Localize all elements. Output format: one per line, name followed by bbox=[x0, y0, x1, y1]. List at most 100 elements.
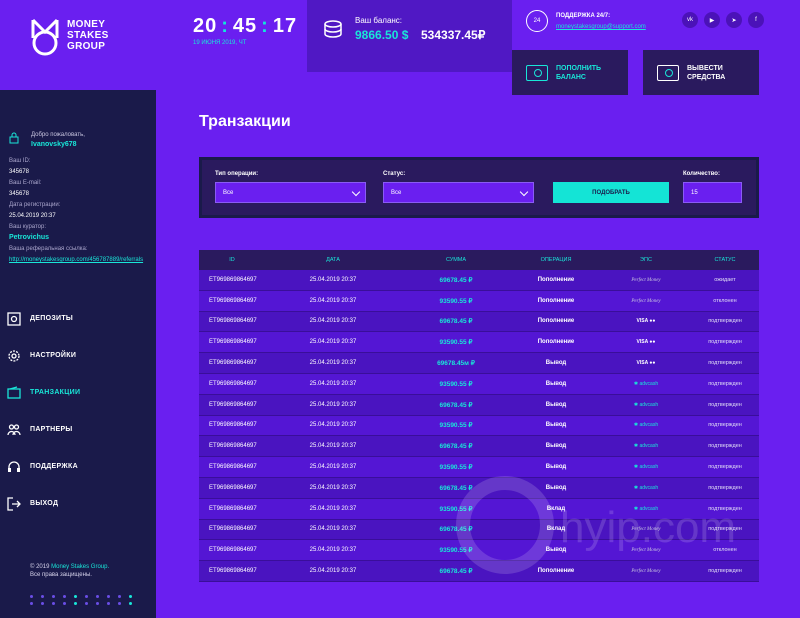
decorative-dot bbox=[129, 595, 132, 598]
sidebar-nav: ДЕПОЗИТЫ НАСТРОЙКИ ТРАНЗАКЦИИ ПАРТНЕРЫ П… bbox=[0, 300, 156, 522]
cell-date: 25.04.2019 20:37 bbox=[309, 318, 357, 325]
advcash-logo: advcash bbox=[634, 402, 658, 408]
sidebar-item-transactions[interactable]: ТРАНЗАКЦИИ bbox=[0, 374, 156, 411]
cell-date: 25.04.2019 20:37 bbox=[309, 380, 357, 387]
cell-date: 25.04.2019 20:37 bbox=[309, 401, 357, 408]
cell-eps: advcash bbox=[601, 506, 691, 512]
logo-text: MONEY STAKES GROUP bbox=[67, 19, 109, 52]
sidebar-item-settings[interactable]: НАСТРОЙКИ bbox=[0, 337, 156, 374]
cell-sum: 93590.55 ₽ bbox=[439, 339, 473, 347]
cell-sum: 69678.45м ₽ bbox=[437, 360, 475, 368]
cell-date: 25.04.2019 20:37 bbox=[309, 547, 357, 554]
sidebar-item-partners[interactable]: ПАРТНЕРЫ bbox=[0, 411, 156, 448]
wallet-icon bbox=[7, 385, 21, 399]
sidebar-item-support[interactable]: ПОДДЕРЖКА bbox=[0, 448, 156, 485]
col-header-id: ID bbox=[229, 257, 235, 263]
decorative-dot bbox=[30, 602, 33, 605]
table-row[interactable]: ET969869864697 25.04.2019 20:37 93590.55 ₽… bbox=[199, 415, 759, 437]
type-filter-select[interactable]: Все bbox=[215, 182, 366, 203]
reg-date-label: Дата регистрации: bbox=[9, 202, 61, 208]
table-row[interactable]: ET969869864697 25.04.2019 20:37 93590.55 ₽… bbox=[199, 373, 759, 395]
visa-mastercard-logo: VISA ●● bbox=[636, 360, 656, 367]
sidebar-item-label: ПОДДЕРЖКА bbox=[30, 463, 78, 470]
decorative-dot bbox=[129, 602, 132, 605]
table-row[interactable]: ET969869864697 25.04.2019 20:37 69678.45 ₽… bbox=[199, 270, 759, 291]
table-row[interactable]: ET969869864697 25.04.2019 20:37 93590.55 ₽… bbox=[199, 540, 759, 562]
cell-eps: Perfect Money bbox=[601, 568, 691, 574]
decorative-dot bbox=[63, 602, 66, 605]
decorative-dot bbox=[107, 602, 110, 605]
cell-operation: Вывод bbox=[545, 547, 567, 554]
vk-icon[interactable]: vk bbox=[682, 12, 698, 28]
table-row[interactable]: ET969869864697 25.04.2019 20:37 69678.45 ₽… bbox=[199, 561, 759, 582]
facebook-icon[interactable]: f bbox=[748, 12, 764, 28]
cell-date: 25.04.2019 20:37 bbox=[309, 484, 357, 491]
table-row[interactable]: ET969869864697 25.04.2019 20:37 69678.45 ₽… bbox=[199, 477, 759, 499]
ref-link[interactable]: http://moneystakesgroup.com/456787889/re… bbox=[9, 257, 143, 263]
table-row[interactable]: ET969869864697 25.04.2019 20:37 93590.55 ₽… bbox=[199, 498, 759, 520]
table-row[interactable]: ET969869864697 25.04.2019 20:37 69678.45 ₽… bbox=[199, 436, 759, 458]
clock-hours: 20 bbox=[193, 15, 218, 37]
cell-operation: Вывод bbox=[545, 464, 567, 471]
status-filter-select[interactable]: Все bbox=[383, 182, 534, 203]
logo-line: GROUP bbox=[67, 41, 106, 52]
cell-id: ET969869864697 bbox=[209, 276, 257, 283]
cell-date: 25.04.2019 20:37 bbox=[309, 568, 357, 575]
sidebar-item-deposits[interactable]: ДЕПОЗИТЫ bbox=[0, 300, 156, 337]
cell-id: ET969869864697 bbox=[209, 484, 257, 491]
cell-id: ET969869864697 bbox=[209, 443, 257, 450]
decorative-dot bbox=[52, 595, 55, 598]
withdraw-button[interactable]: ВЫВЕСТИ СРЕДСТВА bbox=[643, 50, 759, 95]
cell-date: 25.04.2019 20:37 bbox=[309, 339, 357, 346]
cell-date: 25.04.2019 20:37 bbox=[309, 443, 357, 450]
filter-button[interactable]: ПОДОБРАТЬ bbox=[553, 182, 669, 203]
sidebar-item-label: НАСТРОЙКИ bbox=[30, 352, 77, 359]
table-row[interactable]: ET969869864697 25.04.2019 20:37 69678.45м … bbox=[199, 353, 759, 374]
table-header: ID ДАТА СУММА ОПЕРАЦИЯ ЭПС СТАТУС bbox=[199, 250, 759, 270]
table-row[interactable]: ET969869864697 25.04.2019 20:37 69678.45 ₽… bbox=[199, 519, 759, 541]
table-row[interactable]: ET969869864697 25.04.2019 20:37 69678.45 ₽… bbox=[199, 394, 759, 416]
decorative-dot bbox=[96, 602, 99, 605]
cell-id: ET969869864697 bbox=[209, 547, 257, 554]
cell-eps: advcash bbox=[601, 422, 691, 428]
clock-seconds: 17 bbox=[272, 15, 298, 37]
cell-sum: 93590.55 ₽ bbox=[439, 464, 473, 472]
cash-out-icon bbox=[657, 64, 679, 81]
cell-eps: Perfect Money bbox=[601, 298, 691, 304]
type-filter-label: Тип операции: bbox=[215, 171, 259, 177]
col-header-date: ДАТА bbox=[326, 257, 340, 263]
decorative-dots bbox=[30, 595, 135, 605]
quantity-input[interactable]: 15 bbox=[683, 182, 742, 203]
cell-status: подтвержден bbox=[708, 505, 742, 512]
support-email-link[interactable]: moneystakesgroup@support.com bbox=[556, 24, 646, 30]
cell-sum: 69678.45 ₽ bbox=[439, 318, 473, 326]
table-row[interactable]: ET969869864697 25.04.2019 20:37 69678.45 ₽… bbox=[199, 311, 759, 333]
advcash-logo: advcash bbox=[634, 381, 658, 387]
transactions-table: ID ДАТА СУММА ОПЕРАЦИЯ ЭПС СТАТУС ET9698… bbox=[199, 250, 759, 582]
cell-date: 25.04.2019 20:37 bbox=[309, 360, 357, 367]
deposit-button[interactable]: ПОПОЛНИТЬ БАЛАНС bbox=[512, 50, 628, 95]
table-row[interactable]: ET969869864697 25.04.2019 20:37 93590.55 ₽… bbox=[199, 332, 759, 354]
decorative-dot bbox=[85, 602, 88, 605]
cell-eps: advcash bbox=[601, 443, 691, 449]
deposit-label-line: БАЛАНС bbox=[556, 73, 586, 81]
perfect-money-logo: Perfect Money bbox=[631, 569, 661, 575]
logo[interactable]: MONEY STAKES GROUP bbox=[0, 0, 156, 90]
lock-user-icon bbox=[9, 132, 19, 144]
quantity-label: Количество: bbox=[683, 171, 720, 177]
gear-icon bbox=[8, 349, 20, 362]
cell-status: подтвержден bbox=[708, 380, 742, 387]
table-row[interactable]: ET969869864697 25.04.2019 20:37 93590.55 ₽… bbox=[199, 290, 759, 312]
cell-sum: 93590.55 ₽ bbox=[439, 547, 473, 555]
table-row[interactable]: ET969869864697 25.04.2019 20:37 93590.55 ₽… bbox=[199, 457, 759, 478]
telegram-icon[interactable]: ➤ bbox=[726, 12, 742, 28]
sidebar-item-logout[interactable]: ВЫХОД bbox=[0, 485, 156, 522]
cell-sum: 93590.55 ₽ bbox=[439, 297, 473, 305]
cell-operation: Пополнение bbox=[537, 297, 575, 304]
cell-eps: advcash bbox=[601, 381, 691, 387]
cell-eps: Perfect Money bbox=[601, 547, 691, 553]
cell-operation: Вклад bbox=[546, 526, 566, 533]
logo-icon bbox=[31, 18, 59, 56]
youtube-icon[interactable]: ▶ bbox=[704, 12, 720, 28]
user-email-label: Ваш E-mail: bbox=[9, 180, 42, 186]
